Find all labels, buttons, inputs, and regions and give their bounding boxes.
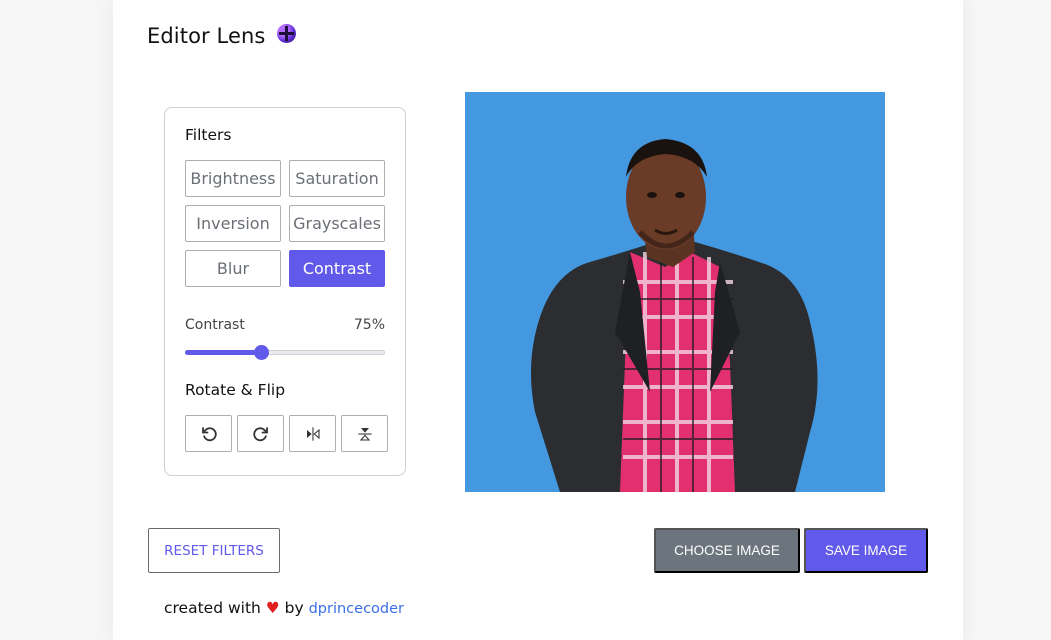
rotate-left-button[interactable] bbox=[185, 415, 232, 452]
filters-title: Filters bbox=[185, 126, 232, 144]
app-title: Editor Lens bbox=[147, 24, 266, 48]
filter-inversion-button[interactable]: Inversion bbox=[185, 205, 281, 242]
filter-saturation-button[interactable]: Saturation bbox=[289, 160, 385, 197]
rotate-right-button[interactable] bbox=[237, 415, 284, 452]
slider-thumb[interactable] bbox=[254, 345, 269, 360]
flip-horizontal-icon bbox=[306, 426, 320, 441]
flip-vertical-icon bbox=[357, 427, 372, 441]
filter-grayscale-button[interactable]: Grayscales bbox=[289, 205, 385, 242]
image-preview bbox=[465, 92, 885, 492]
choose-image-button[interactable]: CHOOSE IMAGE bbox=[654, 528, 800, 573]
rotate-left-icon bbox=[201, 426, 217, 441]
footer-credit: created with ♥ by dprincecoder bbox=[164, 599, 404, 617]
editor-card: Editor Lens Filters Brightness Saturatio… bbox=[113, 0, 963, 640]
flip-horizontal-button[interactable] bbox=[289, 415, 336, 452]
rotate-right-icon bbox=[252, 426, 268, 441]
filter-blur-button[interactable]: Blur bbox=[185, 250, 281, 287]
filter-contrast-button[interactable]: Contrast bbox=[289, 250, 385, 287]
filter-options: Brightness Saturation Inversion Grayscal… bbox=[185, 160, 385, 287]
slider-label: Contrast bbox=[185, 317, 245, 333]
author-link[interactable]: dprincecoder bbox=[309, 601, 404, 617]
filter-brightness-button[interactable]: Brightness bbox=[185, 160, 281, 197]
rotate-flip-options bbox=[185, 415, 388, 452]
rotate-flip-title: Rotate & Flip bbox=[185, 381, 286, 399]
footer-prefix: created with bbox=[164, 599, 261, 617]
heart-icon: ♥ bbox=[265, 599, 280, 617]
flip-vertical-button[interactable] bbox=[341, 415, 388, 452]
slider-fill bbox=[185, 350, 261, 355]
reset-filters-button[interactable]: RESET FILTERS bbox=[148, 528, 280, 573]
header: Editor Lens bbox=[147, 23, 297, 48]
crystal-ball-logo-icon bbox=[277, 23, 297, 43]
save-image-button[interactable]: SAVE IMAGE bbox=[804, 528, 928, 573]
person-photo bbox=[465, 92, 885, 492]
slider-value: 75% bbox=[353, 317, 385, 333]
controls-panel: Filters Brightness Saturation Inversion … bbox=[164, 107, 406, 476]
footer-by: by bbox=[284, 599, 304, 617]
